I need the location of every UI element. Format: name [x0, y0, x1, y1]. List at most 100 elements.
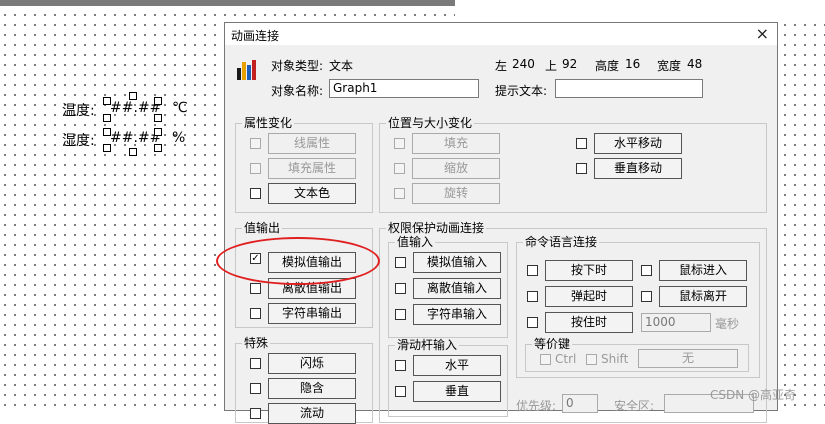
mouse-leave-button[interactable]: 鼠标离开 [659, 286, 747, 307]
press-button[interactable]: 按下时 [545, 260, 633, 281]
width-value: 48 [687, 57, 703, 71]
hotkey-title: 等价键 [532, 337, 573, 351]
command-language-title: 命令语言连接 [523, 235, 600, 249]
line-attr-checkbox[interactable] [250, 138, 261, 149]
temp-label: 温度: [62, 103, 95, 119]
selection-handle[interactable] [103, 128, 111, 136]
analog-input-button[interactable]: 模拟值输入 [413, 252, 501, 273]
highlight-ellipse [216, 237, 380, 285]
top-label: 上 [545, 59, 558, 73]
humid-label: 湿度: [62, 133, 95, 149]
selection-handle[interactable] [129, 148, 137, 156]
slider-input-title: 滑动杆输入 [395, 338, 460, 352]
mouse-enter-checkbox[interactable] [641, 265, 652, 276]
discrete-input-checkbox[interactable] [395, 283, 406, 294]
animation-link-dialog: 动画连接 × 对象类型: 文本 左 240 上 92 高度 16 宽度 48 对… [224, 22, 778, 424]
discrete-output-checkbox[interactable] [250, 283, 261, 294]
editor-top-bar [0, 0, 455, 6]
string-output-checkbox[interactable] [250, 308, 261, 319]
hint-input[interactable] [555, 79, 703, 98]
vertical-slider-checkbox[interactable] [395, 386, 406, 397]
hide-checkbox[interactable] [250, 383, 261, 394]
mouse-enter-button[interactable]: 鼠标进入 [659, 260, 747, 281]
height-value: 16 [625, 57, 641, 71]
security-label: 安全区: [614, 399, 655, 413]
horizontal-slider-checkbox[interactable] [395, 360, 406, 371]
selection-handle[interactable] [103, 144, 111, 152]
priority-label: 优先级: [516, 399, 557, 413]
selection-handle[interactable] [154, 128, 162, 136]
humid-unit: % [172, 130, 186, 146]
close-icon[interactable]: × [756, 24, 769, 43]
selection-handle[interactable] [154, 97, 162, 105]
slider-input-group: 滑动杆输入 水平 垂直 [388, 338, 508, 417]
interval-unit: 毫秒 [715, 317, 740, 331]
priority-input[interactable]: 0 [562, 394, 598, 413]
dialog-title: 动画连接 [231, 29, 280, 43]
text-color-checkbox[interactable] [250, 188, 261, 199]
property-change-title: 属性变化 [242, 116, 295, 130]
scale-checkbox[interactable] [394, 163, 405, 174]
selection-handle[interactable] [103, 114, 111, 122]
object-type-label: 对象类型: [271, 59, 324, 73]
value-input-group: 值输入 模拟值输入 离散值输入 字符串输入 [388, 235, 508, 338]
property-change-group: 属性变化 线属性 填充属性 文本色 [235, 116, 373, 213]
mouse-leave-checkbox[interactable] [641, 291, 652, 302]
ctrl-checkbox[interactable] [540, 354, 551, 365]
shift-checkbox[interactable] [586, 354, 597, 365]
value-input-title: 值输入 [395, 235, 436, 249]
horizontal-move-button[interactable]: 水平移动 [594, 133, 682, 154]
rotate-button[interactable]: 旋转 [412, 183, 500, 204]
selection-handle[interactable] [129, 92, 137, 100]
hold-checkbox[interactable] [527, 317, 538, 328]
line-attr-button[interactable]: 线属性 [268, 133, 356, 154]
height-label: 高度 [595, 59, 620, 73]
watermark: CSDN @高亚奇 [710, 388, 797, 402]
dialog-titlebar: 动画连接 × [225, 23, 777, 45]
release-button[interactable]: 弹起时 [545, 286, 633, 307]
string-output-button[interactable]: 字符串输出 [268, 303, 356, 324]
width-label: 宽度 [657, 59, 682, 73]
flash-checkbox[interactable] [250, 358, 261, 369]
scale-button[interactable]: 缩放 [412, 158, 500, 179]
blank-area [455, 0, 825, 22]
top-value: 92 [562, 57, 578, 71]
hide-button[interactable]: 隐含 [268, 378, 356, 399]
object-name-input[interactable]: Graph1 [329, 79, 479, 98]
fill-button[interactable]: 填充 [412, 133, 500, 154]
vertical-slider-button[interactable]: 垂直 [413, 381, 501, 402]
permission-group: 权限保护动画连接 值输入 模拟值输入 离散值输入 字符串输入 滑动杆输入 水平 … [379, 221, 767, 423]
temp-unit: ℃ [172, 100, 188, 116]
rotate-checkbox[interactable] [394, 188, 405, 199]
hold-button[interactable]: 按住时 [545, 312, 633, 333]
fill-attr-checkbox[interactable] [250, 163, 261, 174]
press-checkbox[interactable] [527, 265, 538, 276]
hotkey-none-button[interactable]: 无 [638, 349, 738, 368]
position-size-title: 位置与大小变化 [386, 116, 475, 130]
bar-chart-icon [237, 60, 256, 80]
fill-checkbox[interactable] [394, 138, 405, 149]
flow-button[interactable]: 流动 [268, 403, 356, 424]
selection-handle[interactable] [103, 97, 111, 105]
vertical-move-checkbox[interactable] [576, 163, 587, 174]
string-input-button[interactable]: 字符串输入 [413, 304, 501, 325]
value-output-title: 值输出 [242, 221, 283, 235]
flash-button[interactable]: 闪烁 [268, 353, 356, 374]
fill-attr-button[interactable]: 填充属性 [268, 158, 356, 179]
hotkey-group: 等价键 Ctrl Shift 无 [525, 337, 749, 372]
string-input-checkbox[interactable] [395, 309, 406, 320]
selection-handle[interactable] [154, 114, 162, 122]
interval-input[interactable]: 1000 [641, 313, 711, 332]
special-group: 特殊 闪烁 隐含 流动 [235, 336, 373, 424]
release-checkbox[interactable] [527, 291, 538, 302]
discrete-input-button[interactable]: 离散值输入 [413, 278, 501, 299]
horizontal-move-checkbox[interactable] [576, 138, 587, 149]
horizontal-slider-button[interactable]: 水平 [413, 355, 501, 376]
analog-input-checkbox[interactable] [395, 257, 406, 268]
vertical-move-button[interactable]: 垂直移动 [594, 158, 682, 179]
permission-title: 权限保护动画连接 [386, 221, 487, 235]
command-language-group: 命令语言连接 按下时 弹起时 按住时 鼠标进入 鼠标离开 1000 毫秒 等价键… [516, 235, 760, 378]
text-color-button[interactable]: 文本色 [268, 183, 356, 204]
flow-checkbox[interactable] [250, 408, 261, 419]
selection-handle[interactable] [154, 144, 162, 152]
